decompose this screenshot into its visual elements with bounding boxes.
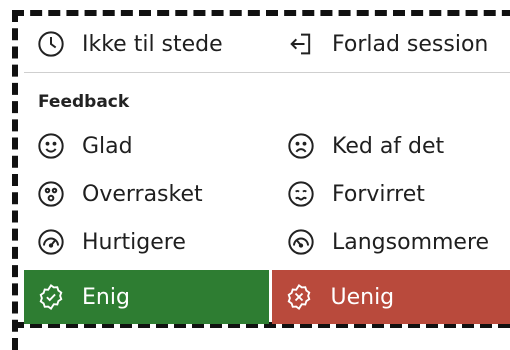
menu-item-leave-session-label: Forlad session	[332, 31, 489, 57]
feedback-row: Hurtigere Langsommere	[24, 218, 510, 266]
feedback-item-faster[interactable]: Hurtigere	[24, 218, 274, 266]
feedback-item-confused-label: Forvirret	[332, 181, 425, 207]
feedback-item-sad-label: Ked af det	[332, 133, 445, 159]
divider	[24, 72, 510, 73]
confused-icon	[286, 179, 316, 209]
leave-session-icon	[286, 29, 316, 59]
clock-icon	[36, 29, 66, 59]
smile-icon	[36, 131, 66, 161]
feedback-item-sad[interactable]: Ked af det	[274, 122, 510, 170]
status-row: Ikke til stede Forlad session	[24, 20, 510, 68]
sad-icon	[286, 131, 316, 161]
feedback-item-faster-label: Hurtigere	[82, 229, 186, 255]
feedback-item-surprised-label: Overrasket	[82, 181, 203, 207]
feedback-item-happy[interactable]: Glad	[24, 122, 274, 170]
agree-badge-icon	[36, 282, 66, 312]
feedback-item-confused[interactable]: Forvirret	[274, 170, 510, 218]
menu-item-leave-session[interactable]: Forlad session	[274, 20, 510, 68]
menu-item-away[interactable]: Ikke til stede	[24, 20, 274, 68]
disagree-badge-icon	[284, 282, 314, 312]
feedback-item-slower[interactable]: Langsommere	[274, 218, 510, 266]
agree-button-label: Enig	[82, 284, 130, 310]
surprised-icon	[36, 179, 66, 209]
feedback-item-happy-label: Glad	[82, 133, 133, 159]
menu-item-away-label: Ikke til stede	[82, 31, 223, 57]
disagree-button-label: Uenig	[330, 284, 395, 310]
feedback-item-slower-label: Langsommere	[332, 229, 490, 255]
speedometer-fast-icon	[36, 227, 66, 257]
feedback-row: Glad Ked af det	[24, 122, 510, 170]
agree-button[interactable]: Enig	[24, 270, 270, 324]
feedback-heading: Feedback	[38, 92, 130, 112]
feedback-row: Overrasket Forvirret	[24, 170, 510, 218]
feedback-item-surprised[interactable]: Overrasket	[24, 170, 274, 218]
speedometer-slow-icon	[286, 227, 316, 257]
disagree-button[interactable]: Uenig	[272, 270, 510, 324]
agreement-row: Enig Uenig	[24, 270, 510, 324]
